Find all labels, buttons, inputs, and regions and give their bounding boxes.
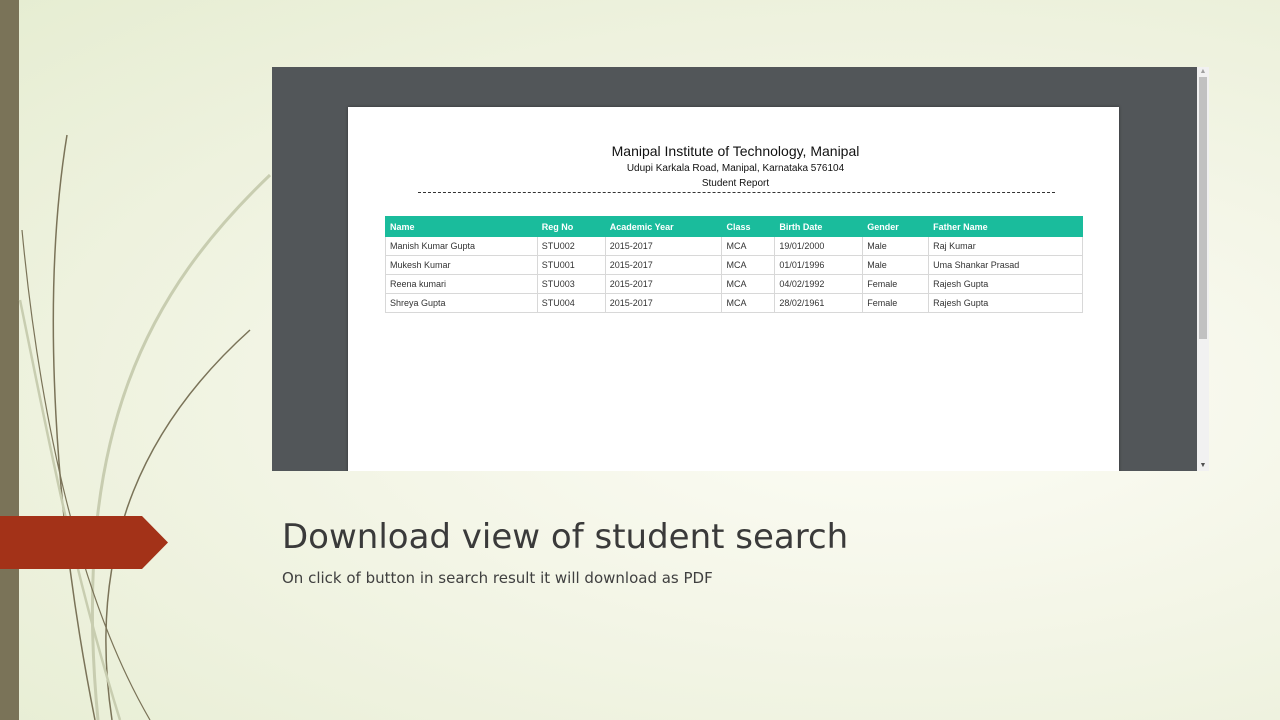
- table-cell: 2015-2017: [604, 255, 723, 275]
- pdf-divider: [418, 192, 1055, 193]
- table-cell: 2015-2017: [604, 274, 723, 294]
- column-header: Reg No: [536, 216, 606, 237]
- table-row: Shreya Gupta STU004 2015-2017 MCA 28/02/…: [385, 293, 1083, 313]
- column-header: Birth Date: [774, 216, 864, 237]
- table-cell: 2015-2017: [604, 293, 723, 313]
- table-cell: Uma Shankar Prasad: [928, 255, 1083, 275]
- decorative-swooshes: [18, 134, 272, 720]
- table-cell: Mukesh Kumar: [385, 255, 538, 275]
- table-cell: 19/01/2000: [774, 236, 864, 256]
- table-cell: Rajesh Gupta: [928, 274, 1083, 294]
- table-cell: Female: [862, 274, 930, 294]
- table-cell: MCA: [721, 255, 776, 275]
- table-cell: 01/01/1996: [774, 255, 864, 275]
- table-cell: Reena kumari: [385, 274, 538, 294]
- slide-title: Download view of student search: [282, 517, 849, 557]
- table-cell: MCA: [721, 274, 776, 294]
- arrow-tab-shape: [0, 516, 168, 569]
- scroll-up-icon[interactable]: ▲: [1197, 67, 1209, 77]
- table-cell: Manish Kumar Gupta: [385, 236, 538, 256]
- column-header: Gender: [862, 216, 930, 237]
- pdf-title: Manipal Institute of Technology, Manipal: [611, 143, 860, 159]
- vertical-scrollbar[interactable]: ▲ ▼: [1197, 67, 1209, 471]
- table-header-row: Name Reg No Academic Year Class Birth Da…: [385, 216, 1083, 237]
- column-header: Name: [385, 216, 538, 237]
- scrollbar-thumb[interactable]: [1199, 77, 1207, 339]
- table-cell: STU003: [536, 274, 606, 294]
- table-cell: 2015-2017: [604, 236, 723, 256]
- table-cell: Male: [862, 255, 930, 275]
- table-cell: STU001: [536, 255, 606, 275]
- table-cell: MCA: [721, 236, 776, 256]
- slide-subtitle: On click of button in search result it w…: [282, 569, 713, 587]
- table-cell: Raj Kumar: [928, 236, 1083, 256]
- table-row: Reena kumari STU003 2015-2017 MCA 04/02/…: [385, 274, 1083, 294]
- table-cell: 04/02/1992: [774, 274, 864, 294]
- student-report-table: Name Reg No Academic Year Class Birth Da…: [385, 216, 1083, 313]
- pdf-page: Manipal Institute of Technology, Manipal…: [348, 107, 1119, 471]
- table-cell: 28/02/1961: [774, 293, 864, 313]
- table-row: Manish Kumar Gupta STU002 2015-2017 MCA …: [385, 236, 1083, 256]
- table-cell: MCA: [721, 293, 776, 313]
- table-cell: STU004: [536, 293, 606, 313]
- table-row: Mukesh Kumar STU001 2015-2017 MCA 01/01/…: [385, 255, 1083, 275]
- column-header: Father Name: [928, 216, 1083, 237]
- pdf-subtitle: Student Report: [701, 178, 770, 189]
- table-cell: Shreya Gupta: [385, 293, 538, 313]
- table-cell: Male: [862, 236, 930, 256]
- column-header: Academic Year: [604, 216, 723, 237]
- pdf-viewer[interactable]: Manipal Institute of Technology, Manipal…: [272, 67, 1209, 471]
- scroll-down-icon[interactable]: ▼: [1197, 461, 1209, 471]
- table-cell: Female: [862, 293, 930, 313]
- table-cell: Rajesh Gupta: [928, 293, 1083, 313]
- column-header: Class: [721, 216, 776, 237]
- pdf-address: Udupi Karkala Road, Manipal, Karnataka 5…: [626, 163, 845, 174]
- table-cell: STU002: [536, 236, 606, 256]
